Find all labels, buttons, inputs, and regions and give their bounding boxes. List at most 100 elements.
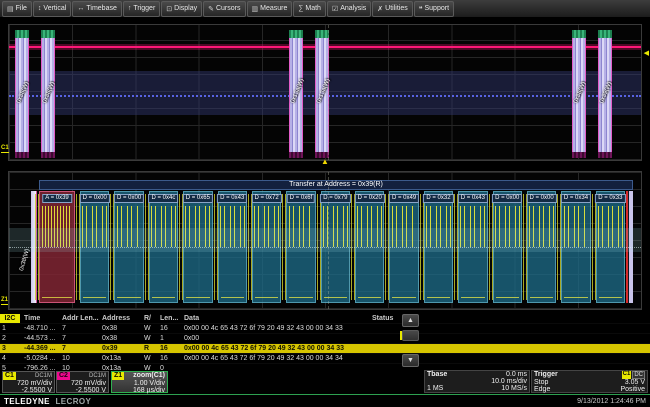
col-status[interactable]: Status xyxy=(370,314,400,323)
menu-support-button[interactable]: ❝Support xyxy=(414,1,454,17)
menu-measure-button[interactable]: ▥Measure xyxy=(247,1,293,17)
decode-table-row[interactable]: 4-5.0284 ...100x13aW160x00 00 4c 65 43 7… xyxy=(0,353,650,363)
c1-waveform-pulses xyxy=(185,206,210,247)
menu-label: Timebase xyxy=(86,5,116,12)
menu-label: Measure xyxy=(260,5,287,12)
c1-axis-tag[interactable]: C1 xyxy=(1,145,9,153)
zoom-band-dotted-line xyxy=(9,247,641,248)
c1-descriptor-box[interactable]: C1 DC1M 720 mV/div -2.5500 V xyxy=(2,371,55,393)
decode-byte-label: D = 0x00 xyxy=(114,194,144,203)
decode-byte-label: D = 0x6f xyxy=(287,194,316,203)
scroll-up-button[interactable]: ▲ xyxy=(402,314,419,327)
menu-label: File xyxy=(16,5,27,12)
trigger-position-marker-icon[interactable]: ▲ xyxy=(321,158,329,166)
brand-logo: TELEDYNE LECROY xyxy=(4,397,91,406)
timebase-box[interactable]: Tbase 0.0 ms 10.0 ms/div 1 MS 10 MS/s xyxy=(424,370,530,393)
i2c-decode-table: I2C Time Addr Len... Address R/ Len... D… xyxy=(0,313,650,373)
trigger-box[interactable]: Trigger C1 DC Stop 3.05 V Edge Positive xyxy=(531,370,648,393)
c1-waveform-pulses xyxy=(426,206,451,247)
col-data[interactable]: Data xyxy=(182,314,370,323)
trigger-mode: Stop xyxy=(534,379,548,386)
file-icon: ▤ xyxy=(7,5,14,13)
menu-analysis-button[interactable]: ☑Analysis xyxy=(327,1,371,17)
col-addrlen[interactable]: Addr Len... xyxy=(60,314,100,323)
decode-byte-label: D = 0x65 xyxy=(183,194,213,203)
menu-trigger-button[interactable]: ↑Trigger xyxy=(123,1,160,17)
vertical-icon: ↕ xyxy=(38,5,42,12)
c1-waveform-pulses xyxy=(117,206,142,247)
col-address[interactable]: Address xyxy=(100,314,142,323)
burst-bottom-cap xyxy=(15,152,29,158)
c1-waveform-pulses xyxy=(289,206,314,247)
c2-offset: -2.5500 V xyxy=(57,387,108,394)
burst-bottom-cap xyxy=(289,152,303,158)
support-icon: ❝ xyxy=(419,5,423,13)
menu-utilities-button[interactable]: ✗Utilities xyxy=(372,1,412,17)
c1-waveform-pulses xyxy=(495,206,520,247)
burst-bottom-cap xyxy=(41,152,55,158)
z1-title: zoom(C1) xyxy=(133,372,167,380)
timebase-rate: 10 MS/s xyxy=(501,385,527,392)
col-len[interactable]: Len... xyxy=(158,314,182,323)
menu-bar: ▤File↕Vertical↔Timebase↑Trigger⊡Display✎… xyxy=(0,0,650,18)
trigger-icon: ↑ xyxy=(128,5,132,12)
menu-file-button[interactable]: ▤File xyxy=(2,1,32,17)
cell-data: 0x00 xyxy=(182,334,370,343)
c1-waveform-pulses xyxy=(460,206,485,247)
cell-num: 3 xyxy=(0,344,22,353)
i2c-burst: 0x38(W) xyxy=(572,30,586,158)
i2c-burst: 0x13a(W) xyxy=(289,30,303,158)
cell-addr_len: 10 xyxy=(60,354,100,363)
c2-descriptor-box[interactable]: C2 DC1M 720 mV/div -2.5500 V xyxy=(56,371,109,393)
decode-table-row[interactable]: 2-44.573 ...70x38W10x00 xyxy=(0,333,650,343)
menu-label: Trigger xyxy=(133,5,155,12)
burst-bottom-cap xyxy=(598,152,612,158)
bus-label-chip[interactable]: I2C xyxy=(0,314,20,323)
zoom-waveform-grid: Transfer at Address = 0x39(R) A = 0x39D … xyxy=(8,171,642,310)
analysis-icon: ☑ xyxy=(332,5,338,13)
decode-byte-label: D = 0x33 xyxy=(595,194,625,203)
decode-byte-label: D = 0x34 xyxy=(561,194,591,203)
menu-label: Cursors xyxy=(216,5,241,12)
c1-waveform-pulses xyxy=(82,206,107,247)
menu-cursors-button[interactable]: ✎Cursors xyxy=(203,1,245,17)
trigger-source-chip: C1 xyxy=(622,371,632,379)
burst-top-cap xyxy=(41,30,55,38)
cell-num: 2 xyxy=(0,334,22,343)
c1-waveform-pulses xyxy=(323,206,348,247)
timebase-samples: 1 MS xyxy=(427,385,443,392)
display-icon: ⊡ xyxy=(166,5,172,13)
trigger-coupling-chip: DC xyxy=(632,371,645,379)
decode-byte-label: D = 0x43 xyxy=(458,194,488,203)
menu-timebase-button[interactable]: ↔Timebase xyxy=(72,1,121,17)
z1-axis-tag[interactable]: Z1 xyxy=(1,297,8,305)
decode-byte-label: D = 0x79 xyxy=(320,194,350,203)
menu-label: Utilities xyxy=(385,5,408,12)
menu-vertical-button[interactable]: ↕Vertical xyxy=(33,1,71,17)
c1-waveform-pulses xyxy=(254,206,279,247)
cell-data: 0x00 00 4c 65 43 72 6f 79 20 49 32 43 00… xyxy=(182,324,370,333)
trigger-level-marker-icon[interactable]: ◀ xyxy=(644,50,649,57)
scroll-down-button[interactable]: ▼ xyxy=(402,354,419,367)
menu-math-button[interactable]: ∑Math xyxy=(293,1,326,17)
decode-table-row[interactable]: 1-48.710 ...70x38W160x00 00 4c 65 43 72 … xyxy=(0,323,650,333)
c1-offset: -2.5500 V xyxy=(3,387,54,394)
scroll-thumb[interactable] xyxy=(402,330,419,341)
decode-byte-label: D = 0x32 xyxy=(423,194,453,203)
i2c-burst: 0x38(W) xyxy=(41,30,55,158)
i2c-burst: 0x39(W) xyxy=(598,30,612,158)
burst-top-cap xyxy=(572,30,586,38)
menu-display-button[interactable]: ⊡Display xyxy=(161,1,202,17)
decode-table-row[interactable]: 3-44.369 ...70x39R160x00 00 4c 65 43 72 … xyxy=(0,343,650,353)
z1-timebase: 168 µs/div xyxy=(112,387,167,394)
z1-scale: 1.00 V/div xyxy=(112,380,167,387)
main-waveform-grid: 0x38(W)0x38(W)0x13a(W)0x13a(W)0x38(W)0x3… xyxy=(8,24,642,161)
cell-time: -48.710 ... xyxy=(22,324,60,333)
col-time[interactable]: Time xyxy=(22,314,60,323)
col-rw[interactable]: R/ xyxy=(142,314,158,323)
brand-teledyne: TELEDYNE xyxy=(4,397,50,406)
z1-descriptor-box[interactable]: Z1 zoom(C1) 1.00 V/div 168 µs/div xyxy=(111,371,168,393)
c1-waveform-pulses xyxy=(564,206,589,247)
decode-byte-label: D = 0x00 xyxy=(526,194,556,203)
trigger-level: 3.05 V xyxy=(625,379,645,386)
